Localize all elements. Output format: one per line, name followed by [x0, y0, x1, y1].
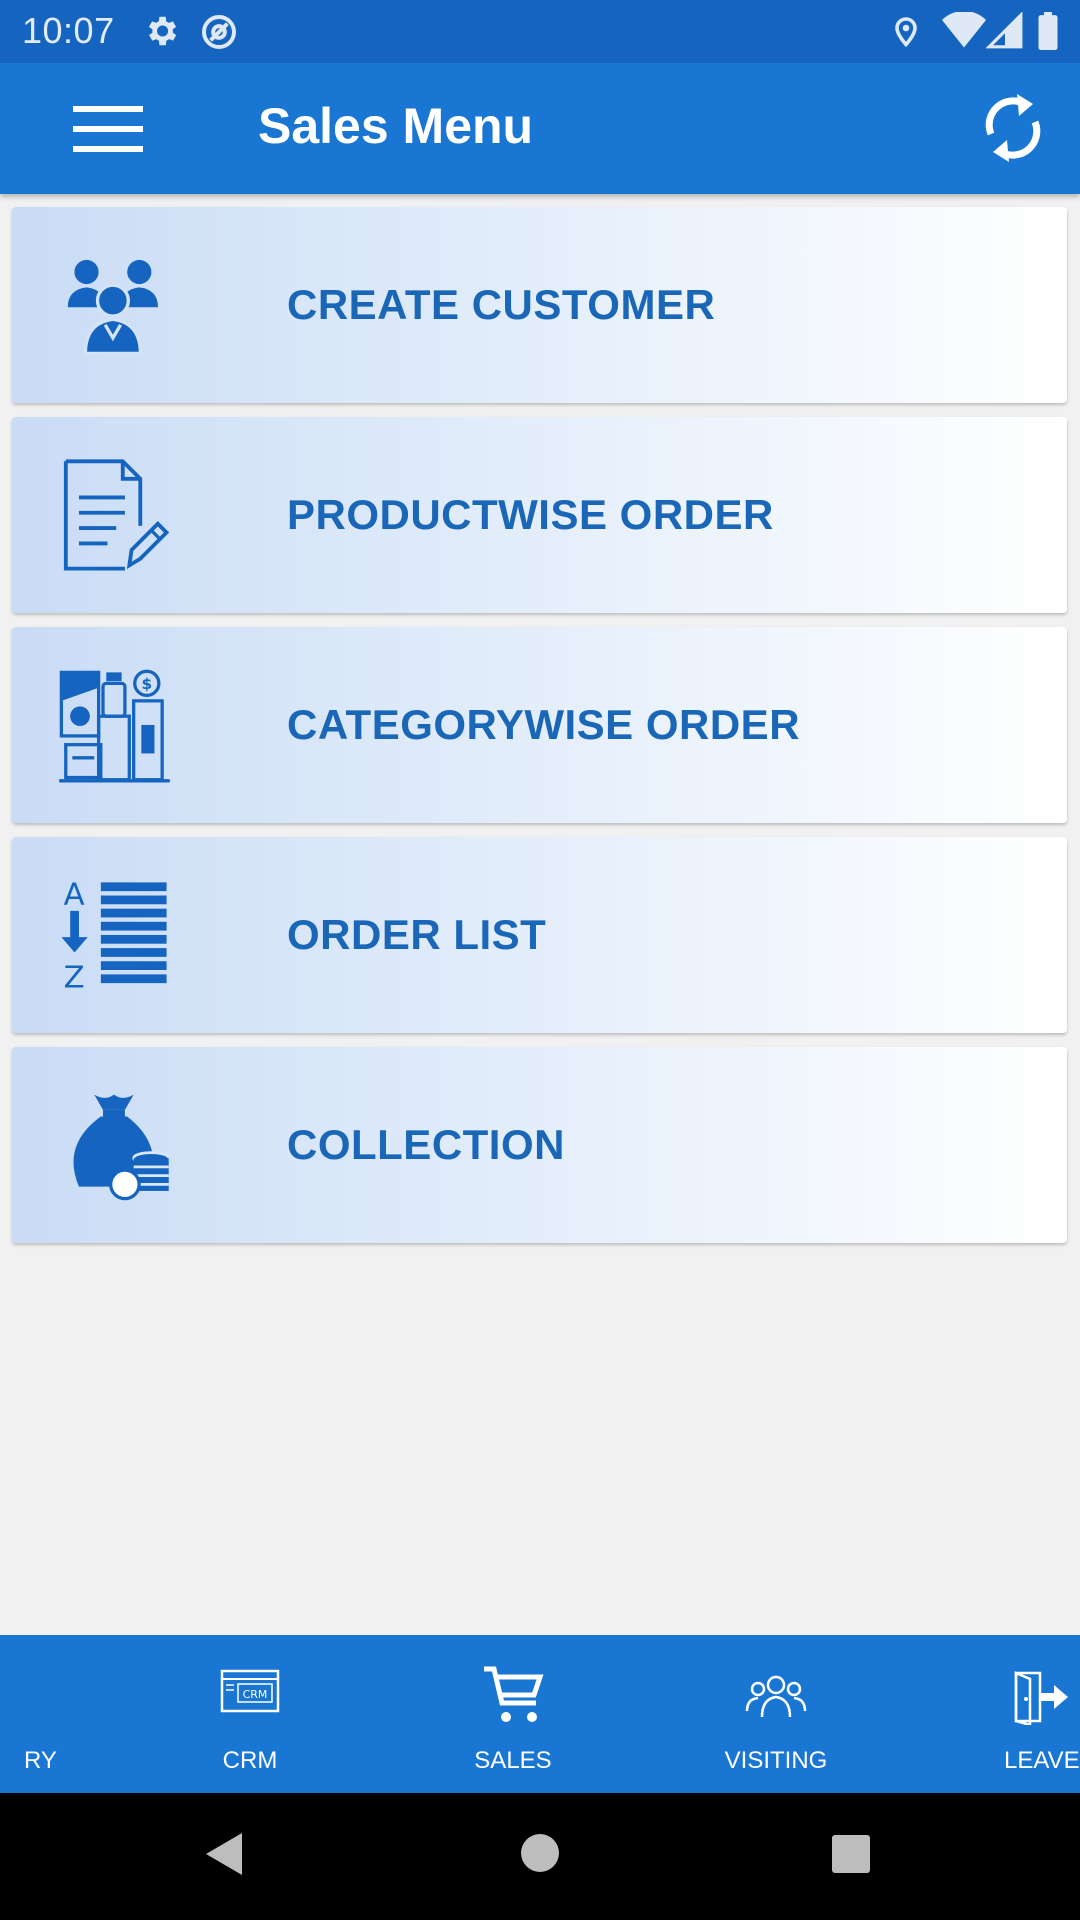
document-edit-icon [54, 455, 174, 575]
nav-item-sales[interactable]: SALES [443, 1635, 583, 1793]
location-pin-icon [888, 12, 924, 50]
nav-label: RY [24, 1747, 57, 1774]
sales-menu-list: CREATE CUSTOMER PRODUCTWISE ORDER $ CATE… [12, 207, 1067, 1257]
status-bar: 10:07 [0, 0, 1080, 63]
customers-icon [54, 245, 174, 365]
back-icon[interactable] [204, 1831, 244, 1882]
menu-item-collection[interactable]: COLLECTION [12, 1047, 1067, 1243]
nav-item-visiting[interactable]: VISITING [706, 1635, 846, 1793]
signal-icon [986, 12, 1024, 50]
cart-icon [482, 1665, 544, 1730]
sort-az-list-icon: A Z [54, 875, 174, 995]
menu-item-productwise-order[interactable]: PRODUCTWISE ORDER [12, 417, 1067, 613]
wifi-icon [942, 12, 986, 50]
recents-icon[interactable] [831, 1834, 871, 1879]
svg-text:Z: Z [64, 960, 85, 992]
menu-item-order-list[interactable]: A Z ORDER LIST [12, 837, 1067, 1033]
system-navigation-bar [0, 1793, 1080, 1920]
bottom-navigation: RY CRM CRM SALES VISITING LEAVE [0, 1635, 1080, 1793]
nav-item-crm[interactable]: CRM CRM [180, 1635, 320, 1793]
home-icon[interactable] [520, 1833, 560, 1878]
nav-item-leave[interactable]: LEAVE [970, 1635, 1080, 1793]
menu-item-label: PRODUCTWISE ORDER [287, 491, 774, 538]
nav-label: LEAVE [1004, 1747, 1080, 1774]
gear-icon [142, 12, 180, 50]
menu-item-label: CREATE CUSTOMER [287, 281, 716, 328]
at-sign-icon [199, 12, 239, 52]
nav-label: CRM [222, 1747, 278, 1774]
status-time: 10:07 [22, 10, 115, 51]
svg-text:CRM: CRM [243, 1688, 268, 1701]
nav-item-partial[interactable]: RY [0, 1635, 70, 1793]
exit-door-icon [1010, 1669, 1070, 1730]
nav-label: SALES [474, 1747, 552, 1774]
svg-text:A: A [64, 878, 85, 912]
people-icon [745, 1673, 807, 1724]
nav-label: VISITING [724, 1747, 828, 1774]
battery-icon [1036, 12, 1060, 50]
menu-item-create-customer[interactable]: CREATE CUSTOMER [12, 207, 1067, 403]
hamburger-menu-icon[interactable] [56, 95, 160, 163]
menu-item-label: ORDER LIST [287, 911, 547, 958]
products-category-icon: $ [54, 665, 174, 785]
menu-item-label: CATEGORYWISE ORDER [287, 701, 801, 748]
money-bag-icon [54, 1085, 174, 1205]
refresh-icon[interactable] [968, 83, 1058, 173]
menu-item-label: COLLECTION [287, 1121, 565, 1168]
menu-item-categorywise-order[interactable]: $ CATEGORYWISE ORDER [12, 627, 1067, 823]
crm-icon: CRM [220, 1669, 280, 1718]
page-title: Sales Menu [258, 98, 534, 154]
svg-text:$: $ [141, 674, 152, 692]
app-bar: Sales Menu [0, 63, 1080, 194]
